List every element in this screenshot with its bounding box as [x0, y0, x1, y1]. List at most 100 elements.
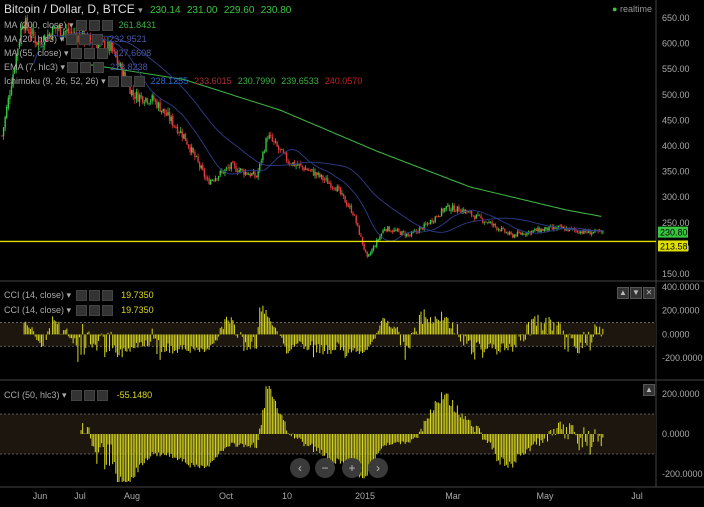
last-price-badge-text: 230.80 [660, 228, 688, 238]
candle-body [410, 232, 413, 236]
candle-body [486, 222, 489, 224]
symbol-title-row[interactable]: Bitcoin / Dollar, D, BTCE ▾ 230.14 231.0… [4, 2, 291, 16]
dropdown-arrow-icon[interactable]: ▾ [67, 305, 72, 315]
settings-icon[interactable] [120, 76, 132, 88]
cci1-row-1[interactable]: CCI (14, close) ▾ 19.7350 [4, 290, 154, 302]
candle-body [450, 210, 452, 212]
candle-body [578, 232, 580, 234]
cci1-axis-label: 0.0000 [662, 329, 690, 339]
panel-close-icon[interactable]: ✕ [643, 287, 655, 299]
cci1-label: CCI (14, close) [4, 290, 65, 300]
candle-body [328, 183, 330, 184]
settings-icon[interactable] [84, 390, 96, 402]
dropdown-arrow-icon[interactable]: ▾ [62, 390, 67, 400]
cci2-axis-label: 0.0000 [662, 429, 690, 439]
candle-body [138, 94, 141, 102]
candle-body [387, 226, 389, 232]
candle-body [192, 148, 195, 153]
candle-body [6, 107, 8, 118]
candle-body [546, 227, 549, 231]
ohlc-high: 231.00 [186, 5, 218, 16]
candle-body [167, 111, 169, 116]
indicator-row[interactable]: MA (55, close) ▾ 227.6608 [4, 48, 151, 60]
candle-body [489, 221, 492, 223]
candle-body [545, 227, 547, 230]
candle-body [134, 96, 136, 100]
close-icon[interactable] [93, 62, 105, 74]
eye-icon[interactable] [67, 62, 79, 74]
candle-body [186, 140, 188, 145]
settings-icon[interactable] [88, 290, 100, 302]
scroll-left-icon[interactable]: ‹ [290, 458, 310, 478]
candle-body [263, 151, 266, 153]
candle-body [262, 151, 264, 161]
eye-icon[interactable] [75, 305, 87, 317]
dropdown-arrow-icon[interactable]: ▾ [62, 48, 69, 58]
eye-icon[interactable] [71, 390, 83, 402]
dropdown-arrow-icon[interactable]: ▾ [99, 76, 106, 86]
zoom-in-icon[interactable]: + [342, 458, 362, 478]
candle-body [194, 151, 196, 158]
candle-body [298, 164, 300, 166]
panel-up-icon[interactable]: ▲ [643, 384, 655, 396]
candle-body [562, 227, 565, 228]
candle-body [521, 233, 523, 235]
indicator-value: 230.7990 [237, 76, 276, 86]
candle-body [480, 215, 482, 219]
close-icon[interactable] [101, 20, 113, 32]
settings-icon[interactable] [83, 48, 95, 60]
dropdown-arrow-icon[interactable]: ▾ [57, 34, 65, 44]
close-icon[interactable] [101, 305, 113, 317]
cci2-row[interactable]: CCI (50, hlc3) ▾ -55.1480 [4, 390, 152, 402]
dropdown-arrow-icon[interactable]: ▾ [58, 62, 66, 72]
candle-body [361, 236, 364, 245]
candle-body [349, 205, 351, 207]
candle-body [312, 169, 315, 176]
candle-body [320, 174, 323, 177]
settings-icon[interactable] [80, 62, 92, 74]
x-axis-label: Oct [219, 491, 234, 501]
cci1-row-2[interactable]: CCI (14, close) ▾ 19.7350 [4, 305, 154, 317]
settings-icon[interactable] [88, 305, 100, 317]
symbol-title[interactable]: Bitcoin / Dollar, D, BTCE [4, 2, 135, 16]
candle-body [374, 246, 376, 248]
panel-up-icon[interactable]: ▲ [617, 287, 629, 299]
dropdown-arrow-icon[interactable]: ▾ [67, 290, 72, 300]
indicator-row[interactable]: MA (20, hlc3) ▾ 232.9521 [4, 34, 147, 46]
close-icon[interactable] [96, 48, 108, 60]
candle-body [442, 208, 444, 212]
candle-body [323, 179, 326, 181]
eye-icon[interactable] [70, 48, 82, 60]
candle-body [383, 229, 386, 231]
settings-icon[interactable] [79, 34, 91, 46]
candle-body [499, 229, 501, 232]
candle-body [379, 236, 381, 240]
candle-body [350, 205, 353, 213]
indicator-row[interactable]: MA (200, close) ▾ 261.8431 [4, 20, 156, 32]
panel-down-icon[interactable]: ▼ [630, 287, 642, 299]
candle-body [455, 211, 457, 213]
candle-body [485, 221, 487, 223]
eye-icon[interactable] [107, 76, 119, 88]
candle-body [278, 146, 280, 150]
settings-icon[interactable] [88, 20, 100, 32]
close-icon[interactable] [97, 390, 109, 402]
candle-body [360, 235, 362, 237]
indicator-row[interactable]: Ichimoku (9, 26, 52, 26) ▾ 228.1255 233.60… [4, 76, 362, 88]
dropdown-arrow-icon[interactable]: ▾ [138, 5, 143, 15]
candle-body [175, 126, 177, 128]
candle-body [10, 86, 13, 95]
indicator-row[interactable]: EMA (7, hlc3) ▾ 228.8238 [4, 62, 148, 74]
close-icon[interactable] [101, 290, 113, 302]
eye-icon[interactable] [75, 290, 87, 302]
eye-icon[interactable] [75, 20, 87, 32]
zoom-out-icon[interactable]: − [315, 458, 335, 478]
dropdown-arrow-icon[interactable]: ▾ [67, 20, 74, 30]
close-icon[interactable] [92, 34, 104, 46]
eye-icon[interactable] [66, 34, 78, 46]
candle-body [265, 138, 267, 152]
close-icon[interactable] [133, 76, 145, 88]
scroll-right-icon[interactable]: › [368, 458, 388, 478]
candle-body [1, 135, 3, 137]
candle-body [214, 177, 217, 182]
